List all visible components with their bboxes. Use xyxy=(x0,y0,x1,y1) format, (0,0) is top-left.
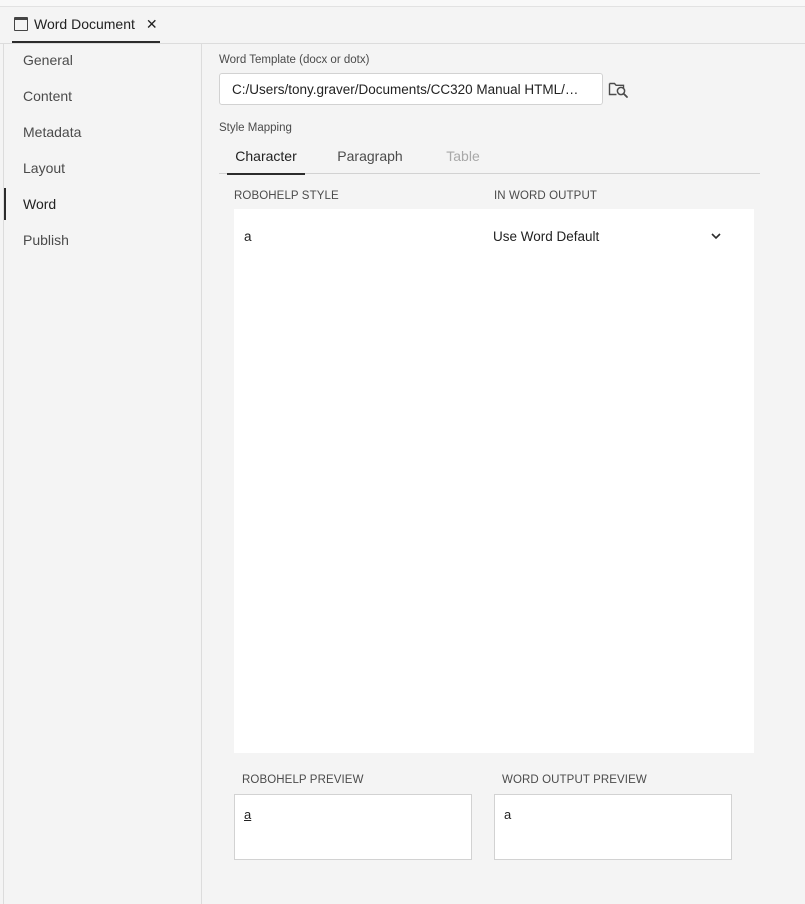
word-output-value: Use Word Default xyxy=(493,229,600,244)
sidebar-item-content[interactable]: Content xyxy=(4,80,201,112)
word-output-dropdown[interactable]: Use Word Default xyxy=(488,218,728,254)
robohelp-style-column-header: ROBOHELP STYLE xyxy=(234,190,339,202)
word-output-preview-box: a xyxy=(494,794,732,860)
document-tab-bar: Word Document ✕ xyxy=(0,7,805,44)
window-icon xyxy=(14,17,28,31)
word-output-preview-text: a xyxy=(504,807,512,822)
close-icon[interactable]: ✕ xyxy=(146,16,158,33)
sidebar-item-label: Metadata xyxy=(23,124,82,140)
sidebar-item-word[interactable]: Word xyxy=(4,188,201,220)
sidebar-item-label: Publish xyxy=(23,232,69,248)
chevron-down-icon xyxy=(711,233,721,240)
robohelp-preview-text: a xyxy=(244,807,252,822)
settings-sidebar: General Content Metadata Layout Word Pub… xyxy=(4,44,202,904)
word-output-column-header: IN WORD OUTPUT xyxy=(494,190,597,202)
word-output-preview-label: WORD OUTPUT PREVIEW xyxy=(502,774,647,786)
robohelp-style-name: a xyxy=(244,229,252,244)
word-template-path-input[interactable] xyxy=(219,73,603,105)
tab-table: Table xyxy=(441,148,485,173)
word-document-tab[interactable]: Word Document ✕ xyxy=(12,7,160,43)
style-mapping-list: a Use Word Default xyxy=(234,209,754,753)
sidebar-item-layout[interactable]: Layout xyxy=(4,152,201,184)
tab-character[interactable]: Character xyxy=(227,148,305,175)
sidebar-item-metadata[interactable]: Metadata xyxy=(4,116,201,148)
robohelp-preview-box: a xyxy=(234,794,472,860)
sidebar-item-label: Layout xyxy=(23,160,66,176)
sidebar-item-publish[interactable]: Publish xyxy=(4,224,201,256)
window-top-strip xyxy=(0,0,805,7)
robohelp-preview-label: ROBOHELP PREVIEW xyxy=(242,774,364,786)
tab-label: Character xyxy=(235,148,297,164)
sidebar-item-label: Word xyxy=(23,196,57,212)
tab-label: Table xyxy=(446,148,480,164)
sidebar-item-label: General xyxy=(23,52,73,68)
style-mapping-tabs: Character Paragraph Table xyxy=(219,148,760,175)
word-settings-panel: Word Template (docx or dotx) Style Mappi… xyxy=(202,44,805,904)
folder-search-icon xyxy=(608,82,628,98)
tab-label: Paragraph xyxy=(337,148,403,164)
sidebar-item-label: Content xyxy=(23,88,73,104)
sidebar-item-general[interactable]: General xyxy=(4,44,201,76)
table-row[interactable]: a Use Word Default xyxy=(234,218,754,254)
document-tab-title: Word Document xyxy=(34,16,135,32)
browse-template-button[interactable] xyxy=(608,79,630,99)
tab-paragraph[interactable]: Paragraph xyxy=(332,148,408,173)
style-mapping-label: Style Mapping xyxy=(219,122,292,134)
word-template-label: Word Template (docx or dotx) xyxy=(219,54,370,66)
